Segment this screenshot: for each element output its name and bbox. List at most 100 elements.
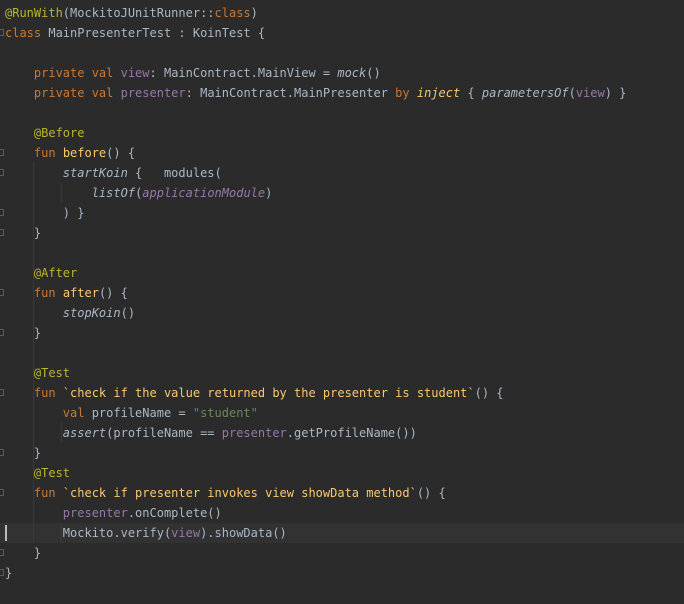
code-line-text: startKoin { modules(: [5, 163, 222, 183]
code-line[interactable]: }: [0, 323, 684, 343]
code-line[interactable]: }: [0, 223, 684, 243]
code-line[interactable]: fun before() {: [0, 143, 684, 163]
code-token: private val: [33, 86, 121, 100]
code-editor[interactable]: @RunWith(MockitoJUnitRunner::class) class…: [0, 0, 684, 604]
code-token: @Test: [33, 466, 71, 480]
code-line[interactable]: }: [0, 443, 684, 463]
code-token: presenter: [62, 506, 128, 520]
code-line[interactable]: startKoin { modules(: [0, 163, 684, 183]
code-line[interactable]: fun `check if presenter invokes view sho…: [0, 483, 684, 503]
fold-marker-icon[interactable]: [0, 169, 4, 176]
code-token: view: [575, 86, 605, 100]
code-line[interactable]: [0, 103, 684, 123]
code-token: assert: [62, 426, 107, 440]
code-line-text: ) }: [5, 203, 85, 223]
code-line[interactable]: @After: [0, 263, 684, 283]
fold-marker-icon[interactable]: [0, 289, 4, 296]
code-token: ): [250, 6, 258, 20]
code-token: private val: [33, 66, 121, 80]
code-token: fun: [33, 286, 63, 300]
code-line-text: private val view: MainContract.MainView …: [5, 63, 381, 83]
code-line-text: private val presenter: MainContract.Main…: [5, 83, 627, 103]
fold-marker-icon[interactable]: [0, 449, 4, 456]
code-line-text: val profileName = "student": [5, 403, 258, 423]
code-token: view: [120, 66, 150, 80]
code-token: ).showData(): [200, 526, 287, 540]
code-token: mock: [337, 66, 367, 80]
code-token: fun: [33, 386, 63, 400]
fold-marker-icon[interactable]: [0, 389, 4, 396]
code-line-text: @Test: [5, 363, 70, 383]
code-token: Mockito.verify(: [5, 526, 172, 540]
code-line[interactable]: listOf(applicationModule): [0, 183, 684, 203]
indent-guide: [33, 163, 34, 543]
code-line[interactable]: assert(profileName == presenter.getProfi…: [0, 423, 684, 443]
code-token: parametersOf: [481, 86, 569, 100]
code-token: view: [171, 526, 201, 540]
code-line[interactable]: val profileName = "student": [0, 403, 684, 423]
code-line[interactable]: @RunWith(MockitoJUnitRunner::class): [0, 3, 684, 23]
code-token: () {: [416, 486, 446, 500]
code-line[interactable]: }: [0, 563, 684, 583]
fold-marker-icon[interactable]: [0, 29, 4, 36]
code-line[interactable]: Mockito.verify(view).showData(): [0, 523, 684, 543]
code-line[interactable]: @Test: [0, 463, 684, 483]
fold-marker-icon[interactable]: [0, 489, 4, 496]
code-token: fun: [33, 486, 63, 500]
fold-marker-icon[interactable]: [0, 209, 4, 216]
code-token: after: [62, 286, 99, 300]
code-token: () {: [474, 386, 504, 400]
code-line[interactable]: @Before: [0, 123, 684, 143]
fold-marker-icon[interactable]: [0, 229, 4, 236]
code-line[interactable]: fun after() {: [0, 283, 684, 303]
code-token: class: [5, 26, 49, 40]
code-token: applicationModule: [142, 186, 266, 200]
code-line[interactable]: [0, 343, 684, 363]
code-line-text: fun before() {: [5, 143, 135, 163]
code-line-text: Mockito.verify(view).showData(): [5, 523, 287, 543]
code-token: @Test: [33, 366, 71, 380]
code-token: }: [5, 326, 42, 340]
code-token: ): [265, 186, 273, 200]
code-line[interactable]: private val view: MainContract.MainView …: [0, 63, 684, 83]
code-token: class: [214, 6, 251, 20]
code-token: presenter: [221, 426, 287, 440]
code-token: "student": [192, 406, 258, 420]
code-token: `check if the value returned by the pres…: [62, 386, 475, 400]
code-line[interactable]: fun `check if the value returned by the …: [0, 383, 684, 403]
code-line[interactable]: class MainPresenterTest : KoinTest {: [0, 23, 684, 43]
fold-marker-icon[interactable]: [0, 569, 4, 576]
code-line[interactable]: presenter.onComplete(): [0, 503, 684, 523]
code-line-text: }: [5, 223, 41, 243]
code-token: val: [62, 406, 92, 420]
fold-marker-icon[interactable]: [0, 549, 4, 556]
code-line-text: fun after() {: [5, 283, 128, 303]
code-line[interactable]: private val presenter: MainContract.Main…: [0, 83, 684, 103]
code-line-text: @Test: [5, 463, 70, 483]
code-token: ) }: [604, 86, 627, 100]
code-line-text: listOf(applicationModule): [5, 183, 273, 203]
code-token: `check if presenter invokes view showDat…: [62, 486, 417, 500]
code-token: stopKoin: [62, 306, 121, 320]
fold-marker-icon[interactable]: [0, 149, 4, 156]
code-line[interactable]: ) }: [0, 203, 684, 223]
code-line-text: @RunWith(MockitoJUnitRunner::class): [5, 3, 258, 23]
code-line[interactable]: @Test: [0, 363, 684, 383]
code-line[interactable]: [0, 243, 684, 263]
code-token: }: [5, 226, 42, 240]
code-token: by: [395, 86, 417, 100]
code-token: (: [568, 86, 576, 100]
code-line[interactable]: stopKoin(): [0, 303, 684, 323]
code-line[interactable]: [0, 43, 684, 63]
fold-marker-icon[interactable]: [0, 329, 4, 336]
code-token: : MainContract.MainView =: [149, 66, 338, 80]
indent-guide: [61, 523, 62, 543]
code-line[interactable]: }: [0, 543, 684, 563]
code-token: (MockitoJUnitRunner::: [62, 6, 215, 20]
code-token: @After: [33, 266, 78, 280]
